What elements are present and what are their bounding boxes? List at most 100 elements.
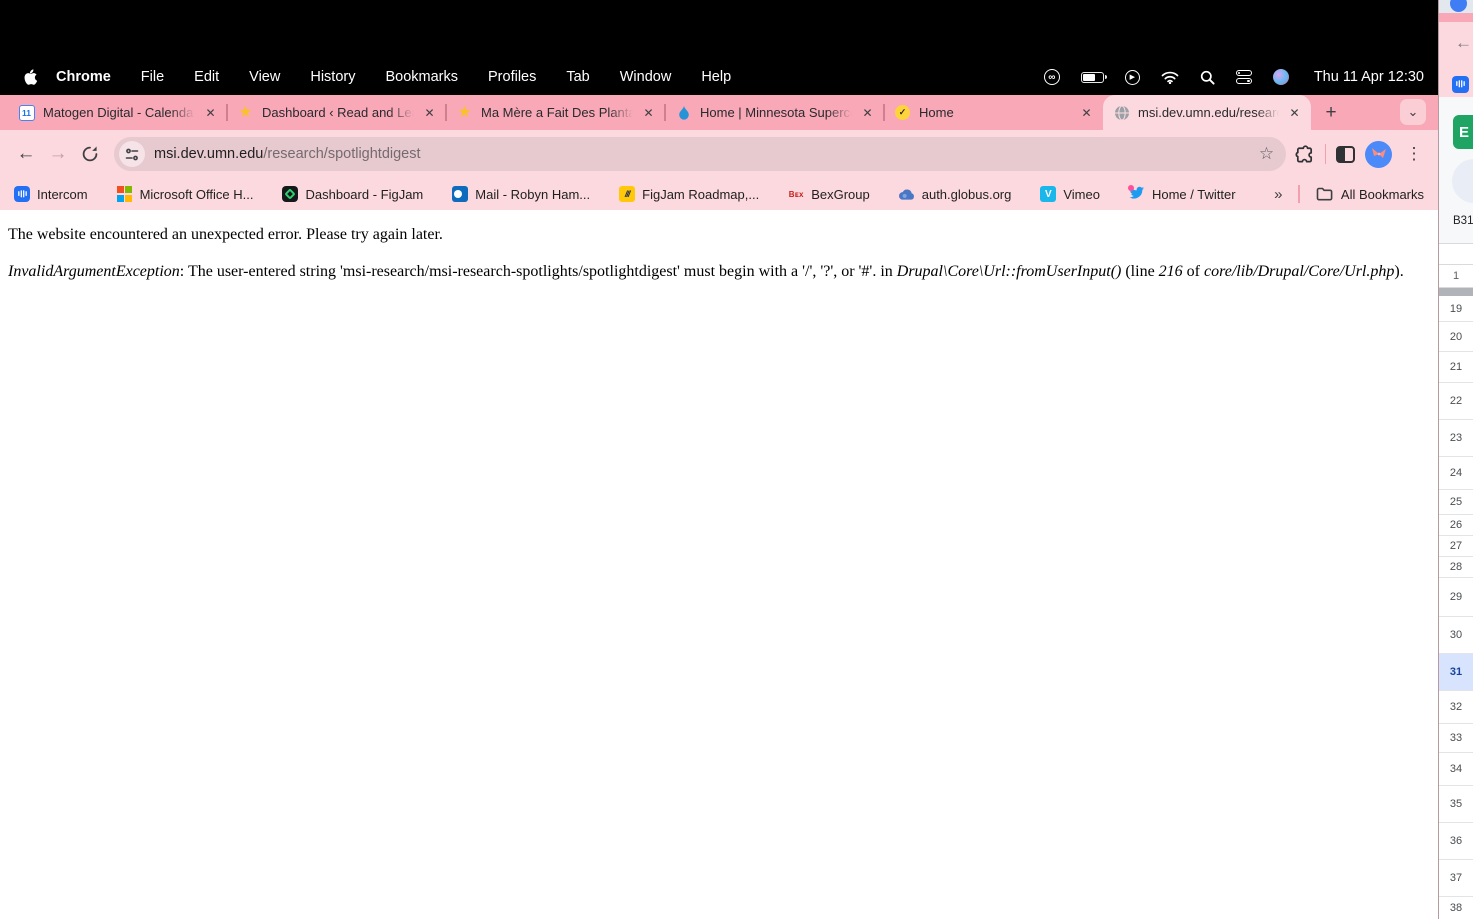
extensions-icon[interactable] (1294, 144, 1315, 165)
battery-charging-icon[interactable] (1080, 71, 1107, 83)
bookmark-dashboard-figjam[interactable]: Dashboard - FigJam (282, 186, 423, 202)
vimeo-icon: V (1040, 186, 1057, 202)
sheet-row-header-22[interactable]: 22 (1439, 383, 1473, 420)
bookmark-label: Microsoft Office H... (139, 186, 254, 202)
sheet-row-header-29[interactable]: 29 (1439, 578, 1473, 617)
all-bookmarks-button[interactable]: All Bookmarks (1316, 187, 1424, 202)
twitter-icon (1127, 185, 1145, 202)
sheet-row-header-20[interactable]: 20 (1439, 322, 1473, 352)
frozen-row-divider[interactable] (1439, 288, 1473, 296)
url-text[interactable]: msi.dev.umn.edu/research/spotlightdigest (154, 146, 1254, 162)
new-tab-button[interactable]: + (1317, 99, 1345, 127)
menu-item-tab[interactable]: Tab (566, 69, 589, 85)
tab-4[interactable]: Home | Minnesota Superco ✕ (664, 95, 884, 130)
bookmarks-divider (1298, 185, 1300, 203)
intercom-favicon (1452, 76, 1469, 93)
side-panel-icon[interactable] (1336, 145, 1355, 163)
tab-close-icon[interactable]: ✕ (640, 104, 657, 121)
bookmark-mail-robyn-ham[interactable]: Mail - Robyn Ham... (452, 186, 590, 202)
sheet-row-header-35[interactable]: 35 (1439, 786, 1473, 823)
cell-name-box[interactable]: B31 (1439, 215, 1473, 227)
sheet-row-header-32[interactable]: 32 (1439, 691, 1473, 724)
search-icon[interactable] (1200, 70, 1215, 85)
menu-bar-clock[interactable]: Thu 11 Apr 12:30 (1314, 69, 1424, 85)
screen: Chrome File Edit View History Bookmarks … (0, 0, 1473, 919)
bookmark-auth-globus-org[interactable]: auth.globus.org (898, 186, 1011, 202)
sheet-row-header-23[interactable]: 23 (1439, 420, 1473, 457)
forward-button[interactable]: → (42, 138, 74, 170)
background-window-strip: ← E B31 1 19 20 21 22 23 24 25 26 27 28 29 30 31 32 33… (1438, 0, 1473, 919)
tab-5[interactable]: ✓ Home ✕ (883, 95, 1103, 130)
menu-item-view[interactable]: View (249, 69, 280, 85)
menu-item-help[interactable]: Help (701, 69, 731, 85)
sheet-row-header-27[interactable]: 27 (1439, 536, 1473, 557)
page-content: The website encountered an unexpected er… (0, 210, 1438, 919)
tab-close-icon[interactable]: ✕ (859, 104, 876, 121)
menu-item-chrome[interactable]: Chrome (56, 69, 111, 85)
figjam-dashboard-icon (282, 186, 299, 202)
menu-item-file[interactable]: File (141, 69, 164, 85)
url-host: msi.dev.umn.edu (154, 146, 264, 162)
sheet-row-header-34[interactable]: 34 (1439, 753, 1473, 786)
sheet-row-header-24[interactable]: 24 (1439, 457, 1473, 490)
sheet-row-header-21[interactable]: 21 (1439, 352, 1473, 383)
sheet-row-header-33[interactable]: 33 (1439, 724, 1473, 753)
site-settings-icon[interactable] (119, 141, 145, 167)
sheet-row-header-30[interactable]: 30 (1439, 617, 1473, 654)
screen-play-icon[interactable]: ▶ (1124, 69, 1140, 85)
bookmark-bexgroup[interactable]: Bᴇx BexGroup (788, 186, 870, 202)
tab-6-active[interactable]: msi.dev.umn.edu/research ✕ (1103, 95, 1311, 130)
tab-close-icon[interactable]: ✕ (1078, 104, 1095, 121)
exception-text: (line (1121, 262, 1159, 280)
omnibox[interactable]: msi.dev.umn.edu/research/spotlightdigest… (114, 137, 1286, 171)
tab-close-icon[interactable]: ✕ (202, 104, 219, 121)
background-tab-strip (1439, 13, 1473, 22)
tab-close-icon[interactable]: ✕ (1286, 104, 1303, 121)
menu-item-edit[interactable]: Edit (194, 69, 219, 85)
sheet-row-header-19[interactable]: 19 (1439, 296, 1473, 322)
url-path: /research/spotlightdigest (263, 146, 421, 162)
reload-button[interactable] (74, 138, 106, 170)
tab-search-chevron-icon[interactable]: ⌄ (1400, 99, 1426, 125)
sheet-row-header-31-selected[interactable]: 31 (1439, 654, 1473, 691)
sheet-row-header-38[interactable]: 38 (1439, 897, 1473, 919)
menu-item-bookmarks[interactable]: Bookmarks (385, 69, 458, 85)
menu-item-profiles[interactable]: Profiles (488, 69, 536, 85)
apple-menu-icon[interactable] (14, 68, 44, 86)
creative-cloud-icon[interactable]: ∞ (1043, 69, 1060, 85)
wifi-icon[interactable] (1161, 71, 1179, 84)
sheet-row-header-28[interactable]: 28 (1439, 557, 1473, 578)
tab-label: Matogen Digital - Calenda (43, 105, 194, 120)
bookmark-microsoft-office-h[interactable]: Microsoft Office H... (116, 186, 254, 202)
sheets-icon: E (1453, 115, 1473, 149)
tab-2[interactable]: ★ Dashboard ‹ Read and Lea ✕ (226, 95, 446, 130)
menu-item-window[interactable]: Window (620, 69, 672, 85)
menu-item-history[interactable]: History (310, 69, 355, 85)
exception-method: Drupal\Core\Url::fromUserInput() (896, 262, 1122, 280)
background-back-icon[interactable]: ← (1455, 33, 1472, 53)
bookmark-home-twitter[interactable]: Home / Twitter (1127, 185, 1236, 202)
bookmark-figjam-roadmap[interactable]: /// FigJam Roadmap,... (619, 186, 759, 202)
bookmark-vimeo[interactable]: V Vimeo (1040, 186, 1100, 202)
microsoft-icon (116, 186, 133, 202)
sheet-row-header-26[interactable]: 26 (1439, 515, 1473, 536)
menu-items: Chrome File Edit View History Bookmarks … (56, 69, 731, 85)
sheet-row-header-36[interactable]: 36 (1439, 823, 1473, 860)
control-center-icon[interactable] (1235, 70, 1252, 84)
bookmarks-overflow-chevron[interactable]: » (1274, 186, 1282, 203)
back-button[interactable]: ← (10, 138, 42, 170)
siri-icon[interactable] (1272, 69, 1289, 85)
bookmark-intercom[interactable]: Intercom (14, 186, 88, 202)
toolbar-divider (1324, 144, 1326, 164)
bookmark-star-icon[interactable]: ☆ (1254, 141, 1280, 167)
chrome-window: Chrome File Edit View History Bookmarks … (0, 0, 1438, 919)
exception-class: InvalidArgumentException (8, 262, 180, 280)
tab-1[interactable]: 11 Matogen Digital - Calenda ✕ (8, 95, 227, 130)
tab-close-icon[interactable]: ✕ (421, 104, 438, 121)
profile-avatar[interactable] (1365, 140, 1392, 168)
tab-3[interactable]: ★ Ma Mère a Fait Des Planta ✕ (445, 95, 665, 130)
sheet-row-header-25[interactable]: 25 (1439, 490, 1473, 515)
sheet-row-header-1[interactable]: 1 (1439, 265, 1473, 288)
sheet-row-header-37[interactable]: 37 (1439, 860, 1473, 897)
more-menu-icon[interactable]: ⋮ (1402, 144, 1426, 164)
